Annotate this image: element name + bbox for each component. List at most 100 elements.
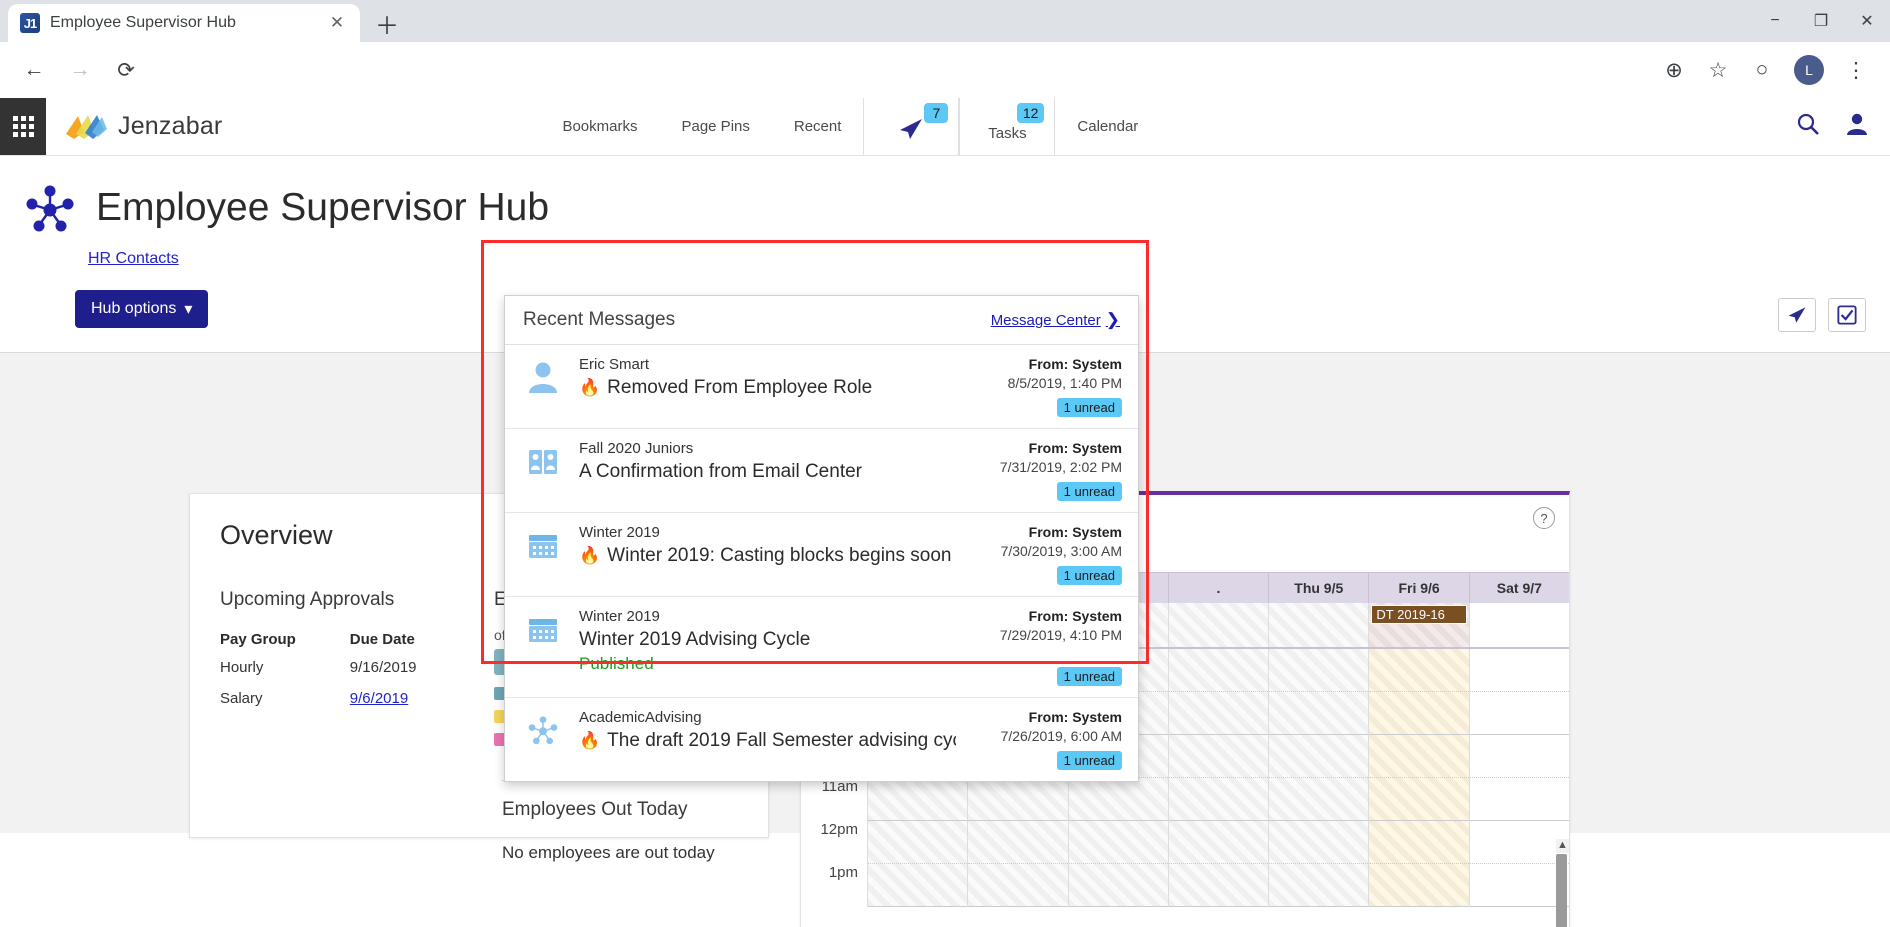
avatar[interactable]: L <box>1794 55 1824 85</box>
message-subject-row: A Confirmation from Email Center <box>579 461 956 483</box>
upcoming-approvals-section: Upcoming Approvals Pay Group Due Date Ho… <box>220 589 464 754</box>
calendar-day-column[interactable] <box>1268 649 1369 907</box>
message-row[interactable]: Eric Smart 🔥 Removed From Employee Role … <box>505 345 1138 429</box>
message-main: Winter 2019 Winter 2019 Advising Cycle P… <box>579 608 956 674</box>
star-icon[interactable]: ☆ <box>1698 50 1738 90</box>
hub-icon <box>523 709 563 747</box>
message-date: 7/29/2019, 4:10 PM <box>999 627 1122 643</box>
person-icon <box>523 356 563 394</box>
header-right <box>1796 98 1890 155</box>
flame-icon: 🔥 <box>579 378 601 397</box>
message-from: From: System <box>1028 524 1122 540</box>
search-icon[interactable] <box>1796 112 1820 142</box>
user-account-icon[interactable] <box>1846 112 1868 142</box>
window-controls: − ❐ ✕ <box>1752 0 1890 42</box>
employees-out-heading: Employees Out Today <box>502 799 688 820</box>
nav-recent[interactable]: Recent <box>772 98 864 155</box>
send-message-button[interactable] <box>1778 298 1816 332</box>
calendar-icon <box>523 524 563 562</box>
message-row[interactable]: Winter 2019 🔥 Winter 2019: Casting block… <box>505 513 1138 597</box>
calendar-day-header: Sat 9/7 <box>1468 573 1569 603</box>
browser-menu-icon[interactable]: ⋮ <box>1836 50 1876 90</box>
message-date: 7/30/2019, 3:00 AM <box>1000 543 1122 559</box>
column-pay-group: Pay Group <box>220 631 296 648</box>
message-subject-row: 🔥 Winter 2019: Casting blocks begins soo… <box>579 545 956 567</box>
tab-calendar[interactable]: Calendar <box>1055 98 1160 155</box>
message-date: 7/26/2019, 6:00 AM <box>1000 728 1122 744</box>
nav-page-pins[interactable]: Page Pins <box>659 98 771 155</box>
message-subject-row: Winter 2019 Advising Cycle <box>579 629 956 651</box>
message-status: Published <box>579 654 654 673</box>
scrollbar-thumb[interactable] <box>1556 854 1567 927</box>
help-icon[interactable]: ? <box>1533 507 1555 529</box>
table-row: Salary 9/6/2019 <box>220 683 464 714</box>
close-icon[interactable]: ✕ <box>326 12 348 34</box>
message-center-link[interactable]: Message Center ❯ <box>991 310 1120 330</box>
calendar-day-column[interactable] <box>1468 649 1569 907</box>
message-date: 7/31/2019, 2:02 PM <box>999 459 1122 475</box>
new-tab-icon[interactable]: ＋ <box>370 6 404 40</box>
tab-messages[interactable]: 7 <box>863 98 960 155</box>
unread-badge: 1 unread <box>1056 398 1122 417</box>
message-row[interactable]: Fall 2020 Juniors A Confirmation from Em… <box>505 429 1138 513</box>
brand[interactable]: Jenzabar <box>46 98 240 155</box>
maximize-icon[interactable]: ❐ <box>1798 0 1844 42</box>
employees-out-section: Employees Out Today No employees are out… <box>502 780 738 863</box>
tab-tasks[interactable]: 12 Tasks <box>959 98 1056 155</box>
address-bar[interactable] <box>166 53 693 87</box>
tasks-button[interactable] <box>1828 298 1866 332</box>
close-window-icon[interactable]: ✕ <box>1844 0 1890 42</box>
message-row[interactable]: Winter 2019 Winter 2019 Advising Cycle P… <box>505 597 1138 698</box>
nav-bookmarks[interactable]: Bookmarks <box>540 98 659 155</box>
allday-cell[interactable] <box>1468 603 1569 647</box>
employees-out-body: No employees are out today <box>502 843 715 862</box>
extensions-icon[interactable]: ○ <box>1742 50 1782 90</box>
calendar-day-column-today[interactable] <box>1368 649 1469 907</box>
message-sender: Fall 2020 Juniors <box>579 440 694 457</box>
message-from: From: System <box>1028 608 1122 624</box>
reload-icon[interactable]: ⟳ <box>106 50 146 90</box>
allday-cell[interactable]: DT 2019-16 <box>1368 603 1469 647</box>
recent-messages-title: Recent Messages <box>523 309 676 330</box>
message-main: Eric Smart 🔥 Removed From Employee Role <box>579 356 956 399</box>
time-label: 12pm <box>820 821 858 838</box>
column-due-date: Due Date <box>349 631 415 648</box>
calendar-icon <box>523 608 563 646</box>
page-title-row: Employee Supervisor Hub <box>0 156 1890 236</box>
message-subject: Removed From Employee Role <box>607 377 873 398</box>
table-header-row: Pay Group Due Date <box>220 627 464 652</box>
message-subject: The draft 2019 Fall Semester advising cy… <box>607 730 956 751</box>
message-meta: From: System 7/31/2019, 2:02 PM 1 unread <box>972 440 1122 501</box>
app-launcher-button[interactable] <box>0 98 46 155</box>
calendar-scrollbar[interactable] <box>1556 854 1567 927</box>
minimize-icon[interactable]: − <box>1752 0 1798 42</box>
allday-cell[interactable] <box>1268 603 1369 647</box>
cell-due-date-link[interactable]: 9/6/2019 <box>350 690 408 707</box>
back-icon[interactable]: ← <box>14 50 54 90</box>
forward-icon[interactable]: → <box>60 50 100 90</box>
tasks-badge: 12 <box>1016 103 1045 123</box>
browser-tab[interactable]: J1 Employee Supervisor Hub ✕ <box>8 4 360 42</box>
message-subject: A Confirmation from Email Center <box>579 461 862 482</box>
hr-contacts-link[interactable]: HR Contacts <box>88 250 179 268</box>
hub-options-button[interactable]: Hub options ▾ <box>75 290 209 328</box>
browser-chrome: J1 Employee Supervisor Hub ✕ ＋ − ❐ ✕ ← →… <box>0 0 1890 98</box>
message-date: 8/5/2019, 1:40 PM <box>1007 375 1122 391</box>
unread-badge: 1 unread <box>1056 566 1122 585</box>
calendar-scroll-up-icon[interactable]: ▲ <box>1556 839 1569 853</box>
allday-cell[interactable] <box>1167 603 1269 647</box>
cell-pay-group: Salary <box>220 690 263 707</box>
message-from: From: System <box>1028 440 1122 456</box>
calendar-day-header: . <box>1167 573 1268 603</box>
message-meta: From: System 7/29/2019, 4:10 PM 1 unread <box>972 608 1122 686</box>
calendar-event[interactable]: DT 2019-16 <box>1371 605 1467 624</box>
time-label: 11am <box>821 778 858 795</box>
unread-badge: 1 unread <box>1056 751 1122 770</box>
calendar-day-column[interactable] <box>1167 649 1269 907</box>
cell-pay-group: Hourly <box>220 659 264 676</box>
message-row[interactable]: AcademicAdvising 🔥 The draft 2019 Fall S… <box>505 698 1138 781</box>
message-subject: Winter 2019: Casting blocks begins soon <box>607 545 952 566</box>
message-main: AcademicAdvising 🔥 The draft 2019 Fall S… <box>579 709 956 752</box>
upcoming-approvals-heading: Upcoming Approvals <box>220 589 395 610</box>
zoom-icon[interactable]: ⊕ <box>1654 50 1694 90</box>
